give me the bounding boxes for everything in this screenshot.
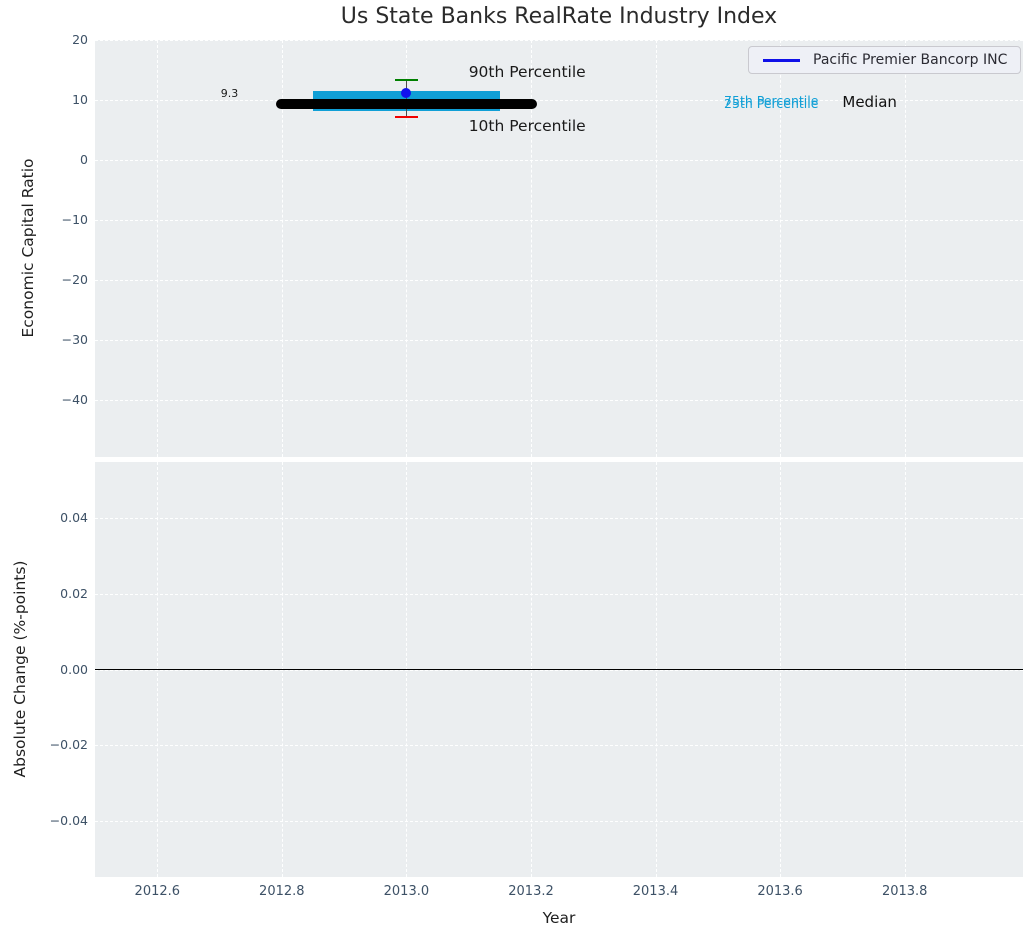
- h-gridline: [95, 821, 1023, 822]
- x-tick-label: 2012.8: [259, 884, 305, 899]
- p90-cap: [394, 78, 419, 82]
- legend-line-swatch: [763, 58, 800, 62]
- top-plot-area: 9.3 90th Percentile 10th Percentile 75th Pe…: [95, 40, 1023, 457]
- p25-label: 25th Percentile: [724, 96, 819, 112]
- legend: Pacific Premier Bancorp INC: [748, 46, 1021, 74]
- y-tick-label: 0: [80, 152, 88, 167]
- h-gridline: [95, 745, 1023, 747]
- x-axis-label: Year: [542, 909, 576, 927]
- top-y-axis-label: Economic Capital Ratio: [19, 158, 37, 338]
- y-tick-label: 0.02: [60, 585, 88, 601]
- legend-label: Pacific Premier Bancorp INC: [813, 52, 1008, 68]
- zero-line: [95, 668, 1023, 671]
- h-gridline: [95, 280, 1023, 281]
- v-gridline: [904, 40, 906, 457]
- y-tick-label: −0.04: [49, 813, 88, 828]
- x-tick-label: 2013.6: [757, 884, 803, 899]
- y-tick-label: −40: [61, 392, 88, 407]
- median-label: Median: [842, 93, 897, 112]
- h-gridline: [95, 40, 1023, 41]
- p90-label: 90th Percentile: [468, 62, 586, 81]
- v-gridline: [655, 40, 657, 457]
- y-tick-label: −20: [61, 272, 88, 287]
- y-tick-label: −10: [61, 212, 88, 227]
- y-tick-label: 0.04: [60, 510, 88, 525]
- p10-label: 10th Percentile: [468, 117, 586, 136]
- x-tick-label: 2013.0: [383, 884, 430, 899]
- h-gridline: [95, 340, 1023, 341]
- bottom-plot-area: [95, 462, 1023, 877]
- h-gridline: [95, 160, 1023, 161]
- h-gridline: [95, 518, 1023, 519]
- h-gridline: [95, 593, 1023, 595]
- x-tick-label: 2013.4: [632, 884, 679, 899]
- chart-title: Us State Banks RealRate Industry Index: [340, 4, 778, 29]
- y-tick-label: 10: [72, 92, 88, 107]
- y-tick-label: 20: [72, 32, 88, 47]
- h-gridline: [95, 400, 1023, 401]
- median-start-value: 9.3: [220, 87, 239, 101]
- median-line: [275, 99, 538, 110]
- h-gridline: [95, 220, 1023, 221]
- y-tick-label: 0.00: [60, 661, 88, 677]
- x-tick-label: 2012.6: [134, 884, 181, 899]
- figure: Us State Banks RealRate Industry Index 9…: [0, 0, 1034, 942]
- p10-cap: [394, 115, 419, 119]
- v-gridline: [157, 40, 159, 457]
- x-tick-label: 2013.2: [508, 884, 554, 899]
- y-tick-label: −0.02: [49, 737, 88, 753]
- y-tick-label: −30: [61, 332, 88, 347]
- x-tick-label: 2013.8: [881, 884, 928, 899]
